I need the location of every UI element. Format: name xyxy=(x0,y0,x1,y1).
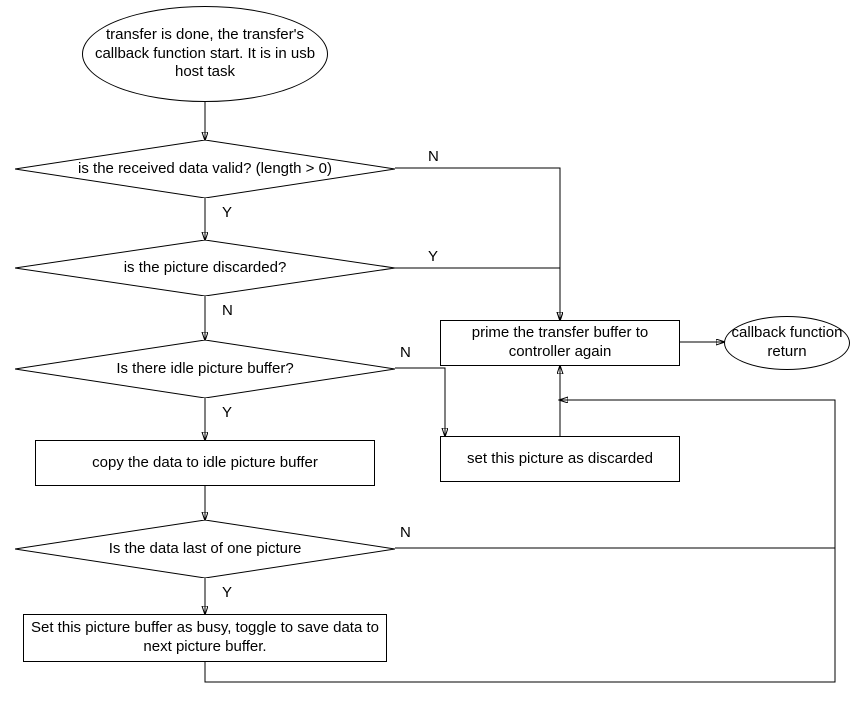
process-copy-data: copy the data to idle picture buffer xyxy=(35,440,375,486)
label-d4-yes: Y xyxy=(222,584,232,601)
decision-picture-discarded: is the picture discarded? xyxy=(15,240,395,296)
process-set-discarded: set this picture as discarded xyxy=(440,436,680,482)
terminator-end-text: callback function return xyxy=(731,324,843,362)
process-copy-data-text: copy the data to idle picture buffer xyxy=(92,454,318,473)
process-set-busy-text: Set this picture buffer as busy, toggle … xyxy=(30,619,380,657)
terminator-start: transfer is done, the transfer's callbac… xyxy=(82,6,328,102)
label-d1-no: N xyxy=(428,148,439,165)
process-set-busy: Set this picture buffer as busy, toggle … xyxy=(23,614,387,662)
label-d2-yes: Y xyxy=(428,248,438,265)
decision-idle-buffer: Is there idle picture buffer? xyxy=(15,340,395,398)
decision-data-valid: is the received data valid? (length > 0) xyxy=(15,140,395,198)
label-d3-yes: Y xyxy=(222,404,232,421)
terminator-end: callback function return xyxy=(724,316,850,370)
label-d2-no: N xyxy=(222,302,233,319)
decision-idle-buffer-text: Is there idle picture buffer? xyxy=(92,360,317,379)
label-d1-yes: Y xyxy=(222,204,232,221)
process-prime-buffer: prime the transfer buffer to controller … xyxy=(440,320,680,366)
label-d3-no: N xyxy=(400,344,411,361)
decision-last-data-text: Is the data last of one picture xyxy=(85,540,326,559)
process-prime-buffer-text: prime the transfer buffer to controller … xyxy=(447,324,673,362)
label-d4-no: N xyxy=(400,524,411,541)
decision-picture-discarded-text: is the picture discarded? xyxy=(100,259,311,278)
process-set-discarded-text: set this picture as discarded xyxy=(467,450,653,469)
decision-data-valid-text: is the received data valid? (length > 0) xyxy=(54,160,356,179)
decision-last-data: Is the data last of one picture xyxy=(15,520,395,578)
terminator-start-text: transfer is done, the transfer's callbac… xyxy=(89,26,321,82)
